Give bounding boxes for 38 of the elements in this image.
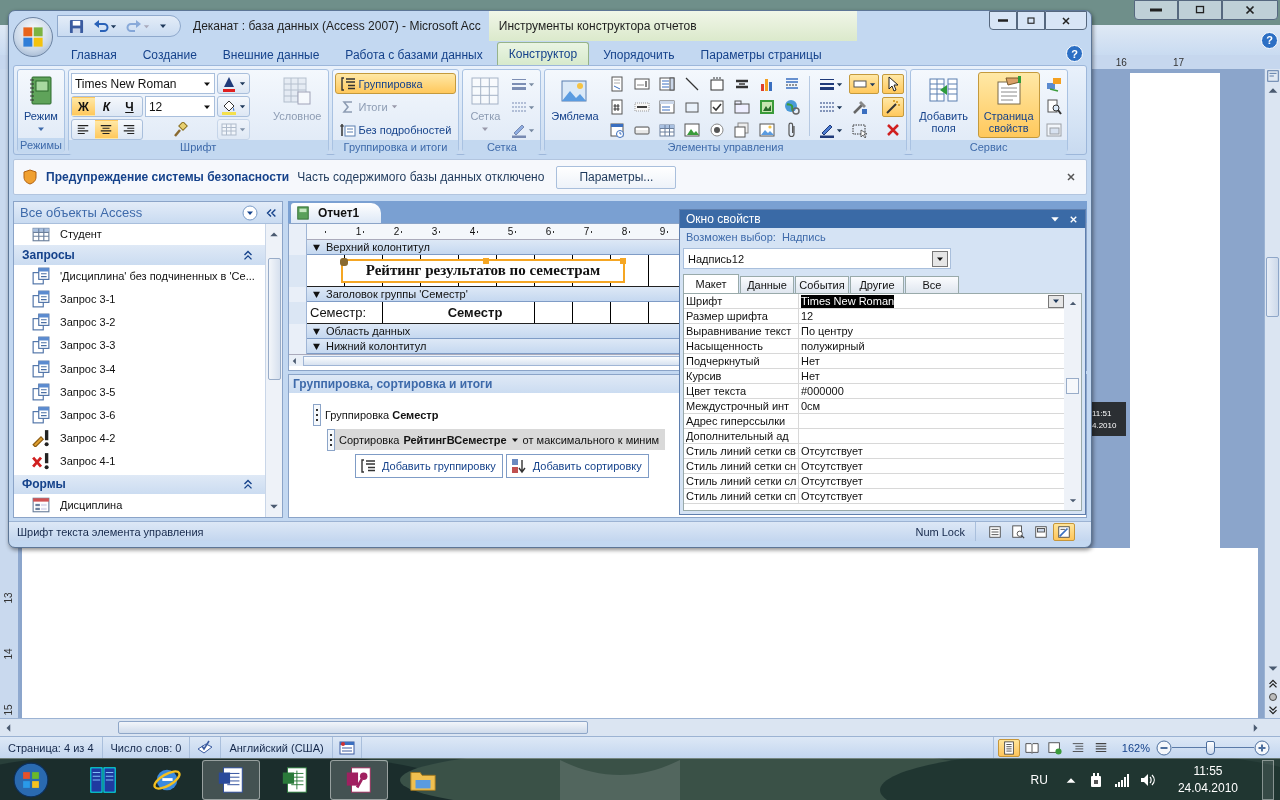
ruler-number: 5 <box>507 226 514 237</box>
group-label: Сетка <box>463 140 541 155</box>
window-title: Деканат : база данных (Access 2007) - Microsoft Acc <box>193 19 481 33</box>
ruler-number: 8 <box>621 226 628 237</box>
ruler-number: 4 <box>469 226 476 237</box>
ruler-number: 9 <box>659 226 666 237</box>
ruler-number: 15 <box>3 704 15 716</box>
group-label: Режимы <box>18 138 64 153</box>
ruler-number: 6 <box>545 226 552 237</box>
ruler-number: 13 <box>3 592 15 604</box>
group-label: Группировка и итоги <box>332 140 459 155</box>
selection-label: Возможен выбор: <box>686 230 776 243</box>
language-indicator: Английский (США) <box>221 737 333 758</box>
group-label: Сервис <box>910 140 1067 155</box>
image-text: 4.2010 <box>1092 420 1118 430</box>
sort-label: Сортировка <box>339 433 400 446</box>
warning-message: Часть содержимого базы данных отключено <box>297 170 545 184</box>
ruler-number: 17 <box>1172 56 1184 68</box>
group-label: Элементы управления <box>545 140 906 155</box>
ruler-number: 7 <box>583 226 590 237</box>
zoom-level: 162% <box>1120 741 1151 754</box>
ruler-number: 16 <box>1115 56 1127 68</box>
pane-title: Окно свойств <box>686 212 762 226</box>
pane-title: Все объекты Access <box>20 205 144 220</box>
selection-type: Надпись <box>781 230 826 243</box>
warning-title: Предупреждение системы безопасности <box>46 170 290 184</box>
word-count: Число слов: 0 <box>102 737 191 758</box>
ruler-number: 14 <box>3 648 15 660</box>
ruler-number: 1 <box>355 226 362 237</box>
ruler-number: 2 <box>393 226 400 237</box>
ruler-number: 3 <box>431 226 438 237</box>
group-label: Шрифт <box>68 140 328 155</box>
context-title: Инструменты конструктора отчетов <box>488 11 857 41</box>
num-lock-indicator: Num Lock <box>905 522 976 541</box>
page-count: Страница: 4 из 4 <box>0 737 103 758</box>
image-text: 11:51 <box>1092 408 1113 418</box>
group-level: Группировка Семестр <box>325 409 439 421</box>
status-text: Шрифт текста элемента управления <box>17 525 205 538</box>
